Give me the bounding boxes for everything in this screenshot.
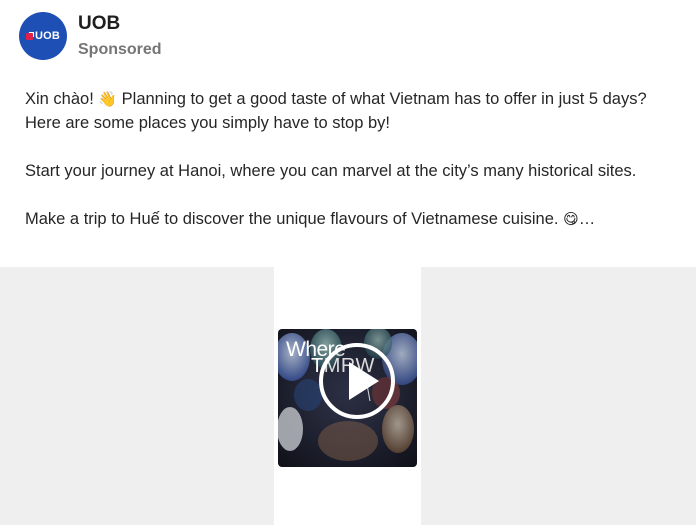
paragraph-3-text: Make a trip to Huế to discover the uniqu… xyxy=(25,210,564,228)
sponsored-post: UOB UOB Sponsored Xin chào! 👋 Planning t… xyxy=(0,0,696,525)
yum-face-icon: 😋 xyxy=(563,210,579,228)
post-header: UOB UOB Sponsored xyxy=(19,12,162,60)
play-icon xyxy=(349,362,379,400)
waving-hand-icon: 👋 xyxy=(98,90,118,108)
paragraph-1-text: Planning to get a good taste of what Vie… xyxy=(25,90,647,132)
advertiser-avatar[interactable]: UOB xyxy=(19,12,67,60)
post-meta: UOB Sponsored xyxy=(78,12,162,60)
post-paragraph-3: Make a trip to Huế to discover the uniqu… xyxy=(25,207,675,231)
post-text: Xin chào! 👋 Planning to get a good taste… xyxy=(25,87,675,255)
paragraph-1-greeting: Xin chào! xyxy=(25,90,99,108)
sponsored-label: Sponsored xyxy=(78,41,162,58)
see-more-ellipsis[interactable]: … xyxy=(579,210,596,228)
post-paragraph-1: Xin chào! 👋 Planning to get a good taste… xyxy=(25,87,675,135)
advertiser-name[interactable]: UOB xyxy=(78,12,162,36)
uob-logo: UOB xyxy=(25,30,61,42)
uob-logo-mark-icon xyxy=(25,32,33,40)
post-paragraph-2: Start your journey at Hanoi, where you c… xyxy=(25,162,637,180)
play-button[interactable] xyxy=(319,343,395,419)
uob-logo-text: UOB xyxy=(34,30,61,42)
